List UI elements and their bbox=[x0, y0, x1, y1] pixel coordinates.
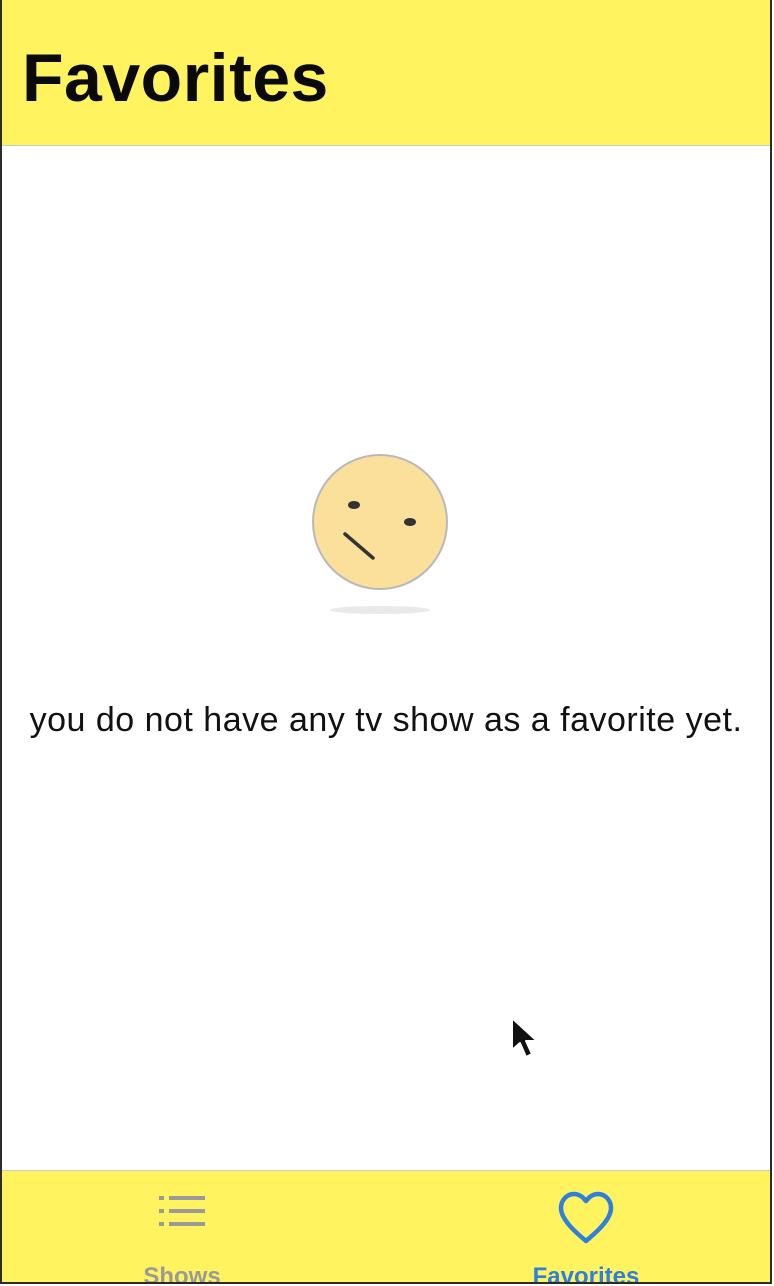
confused-face-icon bbox=[312, 454, 448, 614]
list-icon bbox=[157, 1193, 207, 1234]
tab-shows-label: Shows bbox=[143, 1263, 221, 1284]
tab-favorites-label: Favorites bbox=[532, 1263, 640, 1284]
heart-icon bbox=[557, 1191, 615, 1250]
empty-state-message: you do not have any tv show as a favorit… bbox=[29, 701, 743, 739]
tab-shows[interactable]: Shows bbox=[82, 1171, 282, 1284]
mouse-cursor-icon bbox=[508, 1016, 548, 1066]
app-window: Favorites you do not have any tv show as… bbox=[0, 0, 772, 1284]
favorites-content: you do not have any tv show as a favorit… bbox=[2, 146, 770, 1170]
empty-state-illustration bbox=[308, 450, 452, 620]
tab-bar: Shows Favorites bbox=[2, 1170, 770, 1284]
page-title: Favorites bbox=[22, 40, 329, 116]
tab-favorites[interactable]: Favorites bbox=[486, 1171, 686, 1284]
navigation-bar: Favorites bbox=[2, 0, 770, 146]
